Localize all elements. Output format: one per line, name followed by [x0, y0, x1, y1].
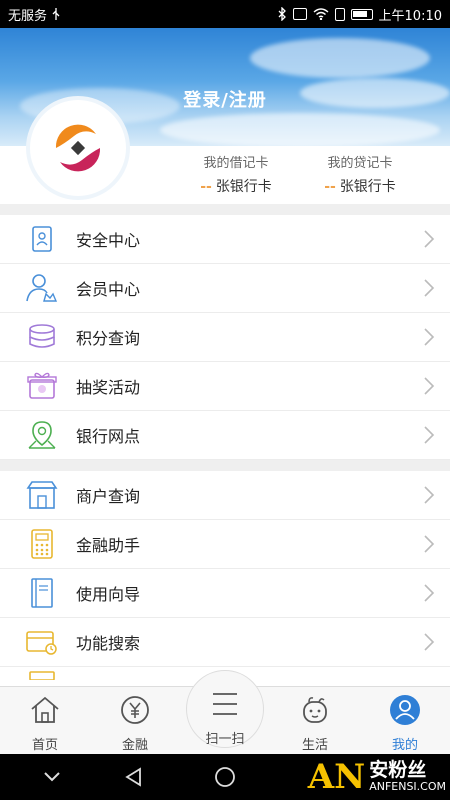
- back-icon[interactable]: [124, 767, 144, 787]
- avatar[interactable]: [26, 96, 130, 200]
- tab-mine[interactable]: 我的: [360, 687, 450, 755]
- watermark-cn: 安粉丝: [369, 759, 427, 782]
- bank-logo-icon: [55, 124, 101, 172]
- home-icon: [31, 696, 59, 723]
- tab-finance[interactable]: 金融: [90, 687, 180, 755]
- chevron-right-icon: [424, 230, 435, 248]
- tab-label: 金融: [121, 738, 148, 753]
- chevron-right-icon: [424, 633, 435, 651]
- search-card-icon: [24, 624, 60, 660]
- tab-life[interactable]: 生活: [270, 687, 360, 755]
- location-icon: [24, 417, 60, 453]
- profile-icon: [390, 695, 420, 725]
- tab-label: 我的: [391, 738, 418, 753]
- finance-icon: [121, 696, 149, 724]
- life-icon: [303, 697, 327, 723]
- partial-item-icon: [24, 670, 60, 684]
- scan-label[interactable]: 扫一扫: [180, 728, 270, 747]
- chevron-right-icon: [424, 279, 435, 297]
- debit-count-unit: 张银行卡: [215, 179, 272, 195]
- menu-label: 功能搜索: [76, 634, 141, 653]
- menu-item-member[interactable]: 会员中心: [0, 264, 450, 313]
- calculator-icon: [24, 526, 60, 562]
- menu-label: 会员中心: [76, 280, 141, 299]
- credit-count-value: --: [324, 179, 336, 195]
- status-bar: 无服务 上午10:10: [0, 0, 450, 28]
- chevron-down-icon[interactable]: [42, 770, 62, 784]
- menu-item-branches[interactable]: 银行网点: [0, 411, 450, 460]
- chevron-right-icon: [424, 328, 435, 346]
- debit-card-title[interactable]: 我的借记卡: [176, 152, 296, 171]
- menu-item-feature-search[interactable]: 功能搜索: [0, 618, 450, 667]
- tab-label: 首页: [31, 738, 58, 753]
- menu-label: 商户查询: [76, 487, 141, 506]
- home-button-icon[interactable]: [214, 766, 236, 788]
- menu-item-guide[interactable]: 使用向导: [0, 569, 450, 618]
- store-icon: [24, 477, 60, 513]
- chevron-right-icon: [424, 486, 435, 504]
- tab-label: 生活: [301, 738, 328, 753]
- watermark-logo: AN: [307, 757, 366, 797]
- watermark: AN 安粉丝 ANFENSI.COM: [308, 754, 446, 800]
- debit-card-count[interactable]: -- 张银行卡: [171, 176, 301, 196]
- guide-book-icon: [24, 575, 60, 611]
- credit-card-title[interactable]: 我的贷记卡: [300, 152, 420, 171]
- menu-item-finance-assistant[interactable]: 金融助手: [0, 520, 450, 569]
- wifi-icon: [313, 8, 328, 20]
- watermark-en: ANFENSI.COM: [369, 780, 446, 794]
- menu-item-points[interactable]: 积分查询: [0, 313, 450, 362]
- credit-count-unit: 张银行卡: [339, 179, 396, 195]
- chevron-right-icon: [424, 377, 435, 395]
- credit-card-count[interactable]: -- 张银行卡: [295, 176, 425, 196]
- menu-group-services: 商户查询 金融助手 使用向导 功能搜索: [0, 471, 450, 687]
- menu-label: 银行网点: [76, 427, 141, 446]
- menu-label: 安全中心: [76, 231, 141, 250]
- menu-label: 积分查询: [76, 329, 141, 348]
- lottery-icon: [24, 368, 60, 404]
- menu-label: 使用向导: [76, 585, 141, 604]
- debit-count-value: --: [200, 179, 212, 195]
- usb-icon: [52, 8, 60, 20]
- tab-home[interactable]: 首页: [0, 687, 90, 755]
- bluetooth-icon: [278, 7, 286, 21]
- points-icon: [24, 319, 60, 355]
- chevron-right-icon: [424, 535, 435, 553]
- menu-label: 金融助手: [76, 536, 141, 555]
- menu-item-security[interactable]: 安全中心: [0, 215, 450, 264]
- chevron-right-icon: [424, 584, 435, 602]
- menu-item-merchants[interactable]: 商户查询: [0, 471, 450, 520]
- member-icon: [24, 270, 60, 306]
- menu-group-account: 安全中心 会员中心 积分查询 抽奖活动 银行网点: [0, 215, 450, 460]
- nfc-icon: [292, 8, 307, 20]
- security-icon: [24, 221, 60, 257]
- menu-label: 抽奖活动: [76, 378, 141, 397]
- battery-icon: [350, 8, 373, 20]
- clock-text: 上午10:10: [378, 8, 442, 24]
- carrier-text: 无服务: [8, 8, 48, 24]
- sim-icon: [334, 7, 345, 21]
- scan-icon: [213, 693, 237, 715]
- chevron-right-icon: [424, 426, 435, 444]
- menu-item-lottery[interactable]: 抽奖活动: [0, 362, 450, 411]
